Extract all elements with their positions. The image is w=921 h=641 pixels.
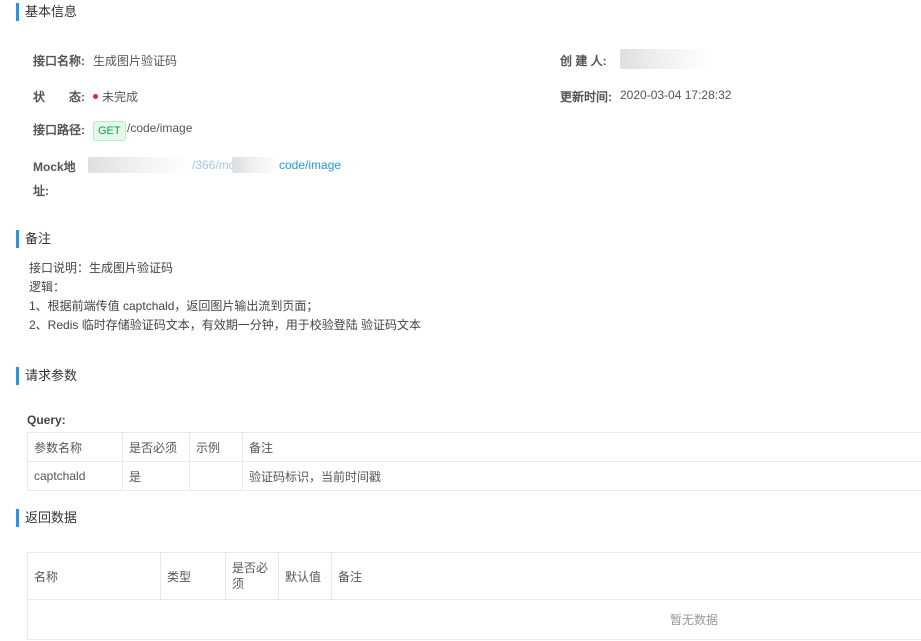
creator-avatar-redacted	[620, 49, 710, 69]
col-name: 名称	[27, 552, 161, 600]
remark-line-1: 接口说明：生成图片验证码	[29, 261, 174, 275]
col-remark: 备注	[331, 552, 921, 600]
cell-param-name: captchald	[27, 461, 123, 491]
remark-line-4: 2、Redis 临时存储验证码文本，有效期一分钟，用于校验登陆 验证码文本	[29, 318, 422, 332]
query-params-table: 参数名称 是否必须 示例 备注 captchald 是 验证码标识，当前时间戳	[27, 432, 921, 491]
mock-url-redacted-2	[232, 157, 278, 173]
remark-line-2: 逻辑：	[29, 280, 66, 294]
col-param-name: 参数名称	[27, 432, 123, 462]
status-label: 状 态:	[33, 90, 85, 104]
mock-label-line2: 址:	[33, 184, 49, 198]
empty-text: 暂无数据	[27, 599, 921, 640]
table-row: captchald 是 验证码标识，当前时间戳	[27, 461, 921, 491]
creator-label: 创 建 人:	[560, 54, 607, 68]
status-text: 未完成	[102, 90, 139, 104]
status-dot-icon	[93, 94, 98, 100]
empty-row: 暂无数据	[27, 599, 921, 640]
section-title-request: 请求参数	[16, 367, 77, 385]
method-get-tag: GET	[93, 121, 126, 141]
path-label: 接口路径:	[33, 123, 85, 137]
cell-required: 是	[122, 461, 190, 491]
updated-value: 2020-03-04 17:28:32	[620, 88, 732, 102]
cell-example	[189, 461, 243, 491]
path-value: /code/image	[127, 121, 193, 135]
col-type: 类型	[160, 552, 226, 600]
query-table-header: 参数名称 是否必须 示例 备注	[27, 432, 921, 462]
api-name-value: 生成图片验证码	[93, 54, 178, 68]
col-required: 是否必须	[225, 552, 279, 600]
remark-line-3: 1、根据前端传值 captchald，返回图片输出流到页面；	[29, 299, 319, 313]
query-label: Query:	[27, 413, 66, 427]
section-title-response: 返回数据	[16, 509, 77, 527]
cell-remark: 验证码标识，当前时间戳	[242, 461, 921, 491]
mock-label-line1: Mock地	[33, 160, 76, 174]
status-value: 未完成	[93, 88, 138, 105]
section-title-remark: 备注	[16, 230, 51, 248]
col-example: 示例	[189, 432, 243, 462]
api-name-label: 接口名称:	[33, 54, 85, 68]
col-required: 是否必须	[122, 432, 190, 462]
response-table: 名称 类型 是否必须 默认值 备注 暂无数据	[27, 552, 921, 640]
section-title-basic: 基本信息	[16, 3, 77, 21]
col-remark: 备注	[242, 432, 921, 462]
col-default: 默认值	[278, 552, 332, 600]
updated-label: 更新时间:	[560, 90, 612, 104]
response-table-header: 名称 类型 是否必须 默认值 备注	[27, 552, 921, 600]
mock-url-redacted-1	[88, 157, 188, 173]
mock-url-link[interactable]: code/image	[279, 158, 341, 172]
